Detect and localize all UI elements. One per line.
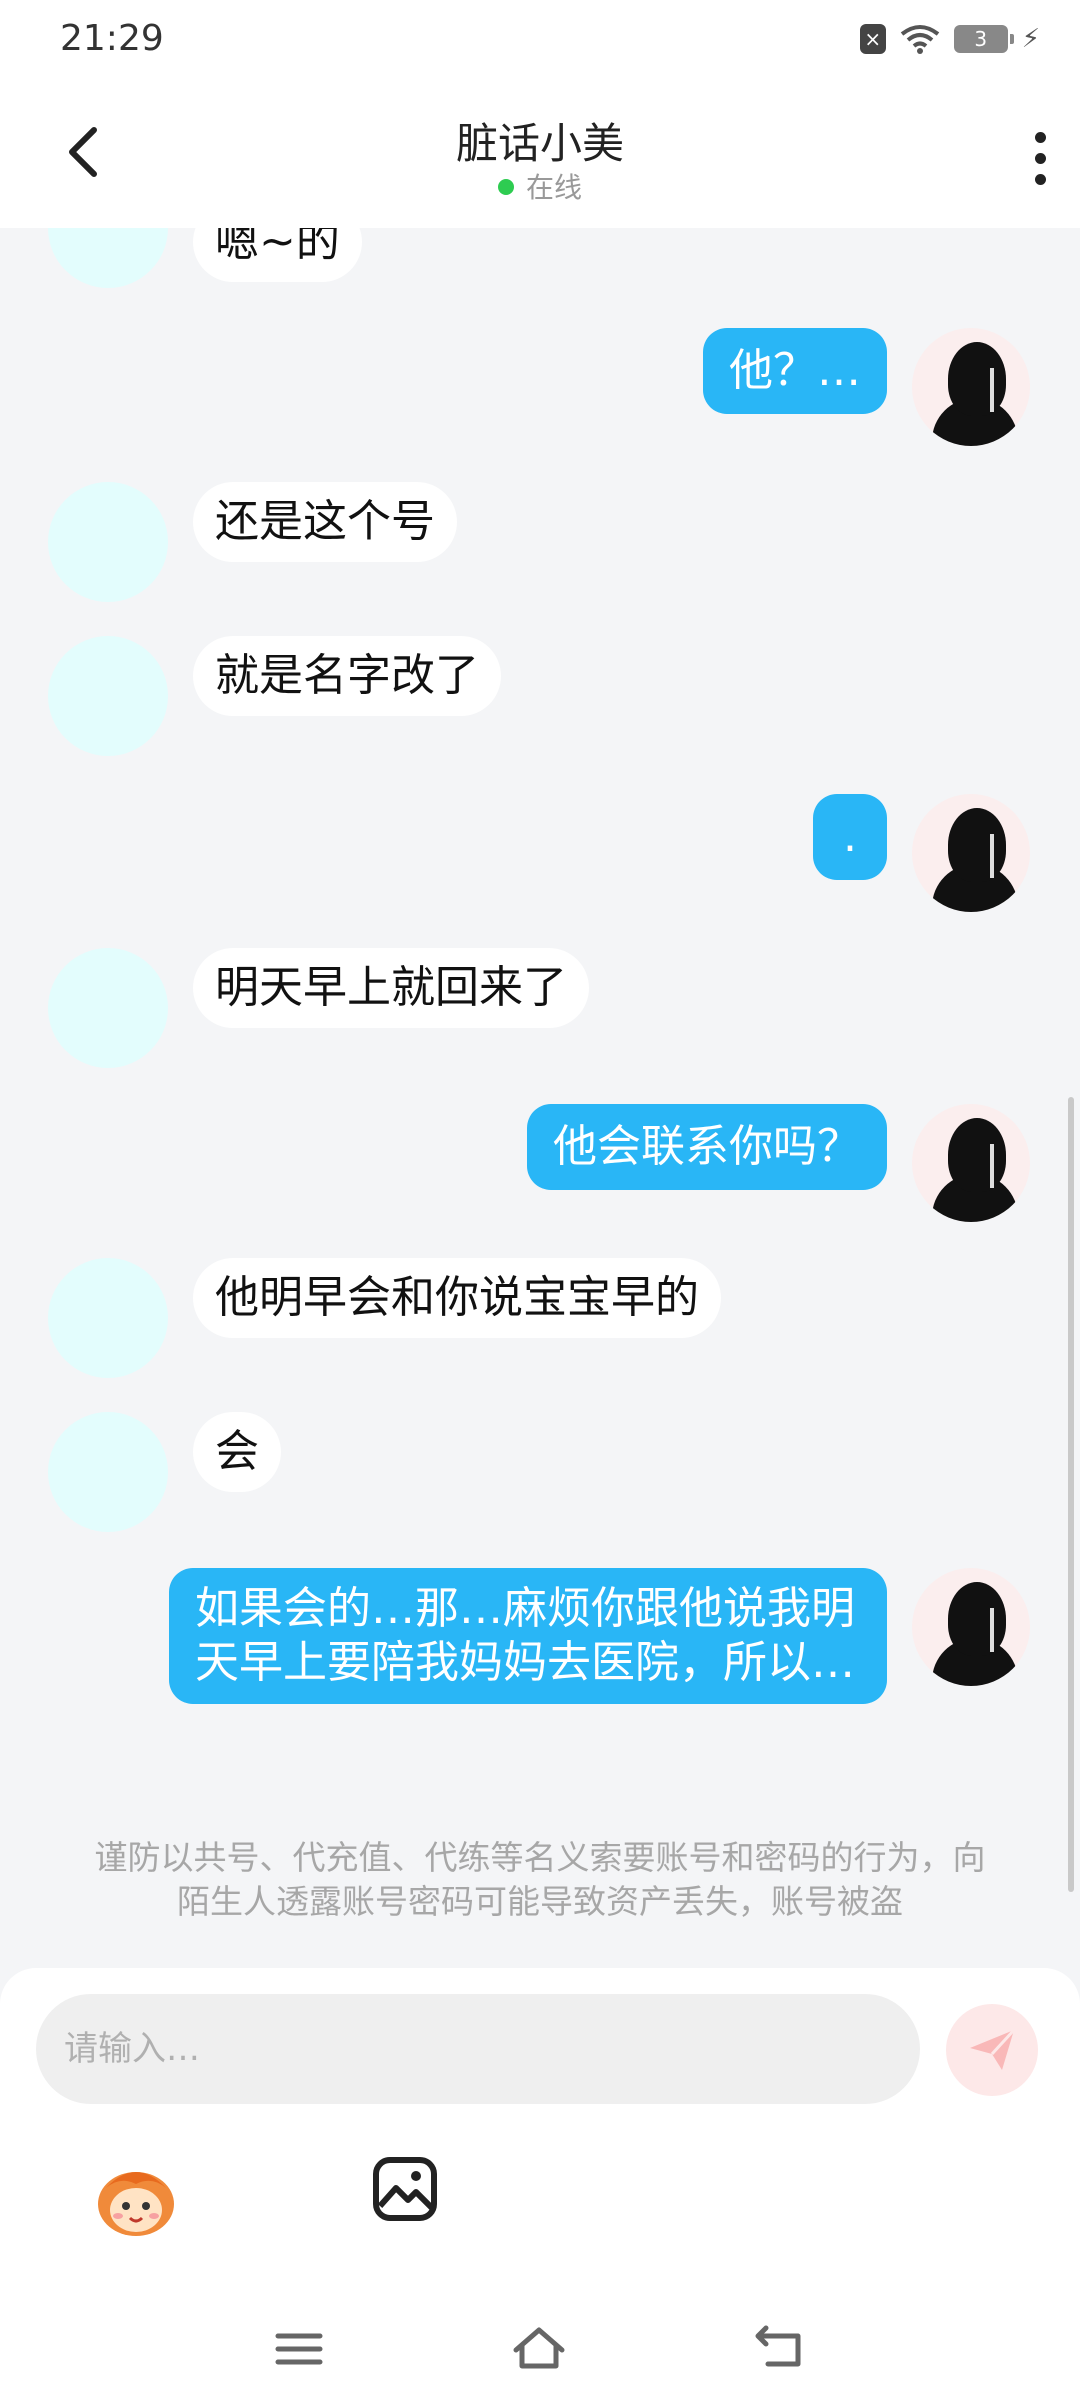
nav-home-button[interactable]	[504, 2314, 574, 2384]
more-dot	[1034, 152, 1046, 164]
scrollbar[interactable]	[1068, 1097, 1074, 1892]
contact-avatar[interactable]	[48, 948, 168, 1068]
message-input[interactable]: 请输入…	[36, 1994, 920, 2104]
battery-icon: 3	[953, 25, 1014, 53]
message-list[interactable]: 嗯~的 他？… 还是这个号 就是名字改了 . 明天早上就回来了 他会联系你吗？ …	[0, 228, 1080, 1968]
user-avatar[interactable]	[912, 794, 1030, 912]
online-dot-icon	[497, 179, 514, 195]
message-bubble-right[interactable]: .	[813, 794, 887, 880]
back-arrow-icon	[755, 2325, 801, 2367]
wifi-icon	[900, 25, 939, 54]
home-icon	[513, 2327, 565, 2369]
charging-icon: ⚡	[1021, 24, 1040, 54]
image-picker-button[interactable]	[370, 2154, 440, 2224]
user-avatar[interactable]	[912, 328, 1030, 446]
message-bubble-left[interactable]: 会	[193, 1412, 281, 1492]
contact-avatar[interactable]	[48, 636, 168, 756]
more-dot	[1034, 131, 1046, 143]
system-nav-bar	[0, 2300, 1080, 2408]
message-bubble-left[interactable]: 他明早会和你说宝宝早的	[193, 1258, 721, 1338]
status-time: 21:29	[60, 18, 164, 59]
message-bubble-right[interactable]: 他会联系你吗？	[527, 1104, 887, 1190]
message-bubble-left[interactable]: 明天早上就回来了	[193, 948, 589, 1028]
contact-avatar[interactable]	[48, 228, 168, 288]
more-options-button[interactable]	[1012, 118, 1068, 198]
contact-avatar[interactable]	[48, 1258, 168, 1378]
chat-title: 脏话小美	[455, 119, 624, 168]
contact-avatar[interactable]	[48, 1412, 168, 1532]
contact-avatar[interactable]	[48, 482, 168, 602]
message-bubble-left[interactable]: 就是名字改了	[193, 636, 501, 716]
nav-back-button[interactable]	[744, 2314, 814, 2384]
send-button[interactable]	[946, 2004, 1038, 2096]
status-icons: × 3 ⚡	[859, 24, 1040, 54]
message-bubble-right[interactable]: 如果会的…那…麻烦你跟他说我明天早上要陪我妈妈去医院，所以…	[169, 1568, 887, 1704]
image-icon	[373, 2157, 437, 2221]
nav-menu-button[interactable]	[264, 2314, 334, 2384]
sim-off-icon: ×	[859, 24, 886, 54]
security-warning: 谨防以共号、代充值、代练等名义索要账号和密码的行为，向陌生人透露账号密码可能导致…	[94, 1838, 986, 1921]
message-bubble-left[interactable]: 嗯~的	[193, 228, 362, 282]
send-icon	[970, 2028, 1016, 2070]
chat-header: 脏话小美 在线	[0, 82, 1080, 228]
more-dot	[1034, 173, 1046, 185]
user-avatar[interactable]	[912, 1568, 1030, 1686]
online-status: 在线	[0, 166, 1080, 206]
mascot-emoji-icon[interactable]	[92, 2154, 180, 2242]
menu-icon	[275, 2333, 323, 2365]
online-label: 在线	[525, 171, 582, 204]
message-bubble-left[interactable]: 还是这个号	[193, 482, 457, 562]
message-bubble-right[interactable]: 他？…	[703, 328, 887, 414]
status-bar: 21:29 × 3 ⚡	[0, 0, 1080, 82]
user-avatar[interactable]	[912, 1104, 1030, 1222]
